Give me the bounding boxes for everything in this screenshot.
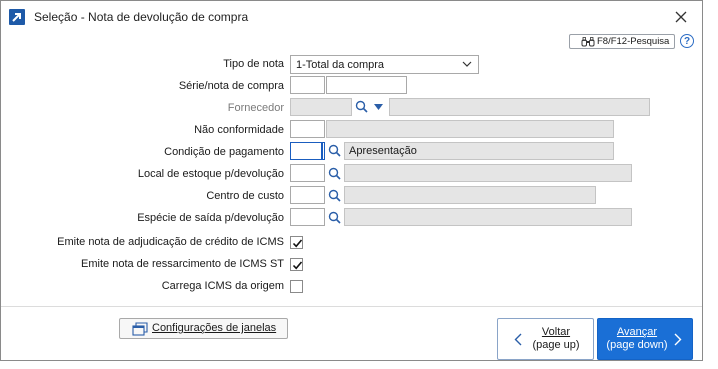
back-button[interactable]: Voltar (page up): [497, 318, 594, 360]
especie-saida-desc-field: [344, 208, 632, 226]
local-estoque-desc-field: [344, 164, 632, 182]
config-windows-label: Configurações de janelas: [152, 322, 277, 334]
back-label: Voltar: [541, 326, 571, 338]
serie-input[interactable]: [290, 76, 325, 94]
especie-saida-code-input[interactable]: [290, 208, 325, 226]
carrega-icms-checkbox[interactable]: [290, 280, 303, 293]
dialog-window: Seleção - Nota de devolução de compra F8…: [0, 0, 703, 361]
windows-icon: [132, 322, 148, 336]
especie-saida-label: Espécie de saída p/devolução: [137, 212, 284, 224]
tipo-nota-select[interactable]: 1-Total da compra: [290, 55, 479, 74]
app-arrow-icon: [9, 9, 25, 25]
back-shortcut: (page up): [532, 339, 580, 351]
condicao-pagamento-label: Condição de pagamento: [164, 146, 284, 158]
local-estoque-label: Local de estoque p/devolução: [137, 168, 284, 180]
chevron-down-icon: [462, 61, 472, 67]
nao-conformidade-label: Não conformidade: [194, 124, 284, 136]
search-icon[interactable]: [328, 144, 341, 157]
nao-conformidade-desc-field: [326, 120, 614, 138]
centro-custo-label: Centro de custo: [206, 190, 284, 202]
search-button-label: F8/F12-Pesquisa: [597, 36, 670, 47]
serie-nota-label: Série/nota de compra: [178, 80, 284, 92]
emite-ressarcimento-label: Emite nota de ressarcimento de ICMS ST: [81, 258, 284, 270]
search-icon[interactable]: [328, 211, 341, 224]
check-icon: [292, 261, 303, 270]
emite-adjudicacao-checkbox[interactable]: [290, 236, 303, 249]
condicao-pagamento-desc-field: Apresentação: [344, 142, 614, 160]
nota-input[interactable]: [326, 76, 407, 94]
next-button-text: Avançar (page down): [602, 326, 672, 352]
fornecedor-label: Fornecedor: [227, 102, 284, 114]
search-icon[interactable]: [328, 189, 341, 202]
fornecedor-code-input[interactable]: [290, 98, 352, 116]
local-estoque-code-input[interactable]: [290, 164, 325, 182]
window-title: Seleção - Nota de devolução de compra: [34, 10, 249, 24]
condicao-pagamento-code-input[interactable]: [290, 142, 325, 160]
carrega-icms-label: Carrega ICMS da origem: [161, 280, 284, 292]
next-shortcut: (page down): [606, 339, 668, 351]
chevron-right-icon: [674, 333, 682, 346]
text-cursor: [321, 143, 323, 159]
help-icon[interactable]: ?: [680, 34, 694, 48]
centro-custo-desc-field: [344, 186, 596, 204]
search-icon[interactable]: [355, 100, 368, 113]
next-button[interactable]: Avançar (page down): [597, 318, 693, 360]
close-icon[interactable]: [673, 9, 689, 25]
centro-custo-code-input[interactable]: [290, 186, 325, 204]
title-bar: Seleção - Nota de devolução de compra: [1, 1, 702, 33]
back-button-text: Voltar (page up): [528, 326, 584, 352]
next-label: Avançar: [616, 326, 658, 338]
chevron-left-icon: [514, 333, 522, 346]
binoculars-icon: [581, 37, 595, 47]
emite-ressarcimento-checkbox[interactable]: [290, 258, 303, 271]
search-button[interactable]: F8/F12-Pesquisa: [569, 34, 675, 49]
fornecedor-name-field: [389, 98, 650, 116]
emite-adjudicacao-label: Emite nota de adjudicação de crédito de …: [57, 236, 284, 248]
check-icon: [292, 239, 303, 248]
tipo-nota-value: 1-Total da compra: [296, 59, 385, 71]
footer-divider: [1, 306, 702, 307]
nao-conformidade-code-input[interactable]: [290, 120, 325, 138]
dropdown-arrow-icon[interactable]: [374, 104, 383, 110]
search-icon[interactable]: [328, 167, 341, 180]
config-windows-button[interactable]: Configurações de janelas: [119, 318, 288, 339]
tipo-nota-label: Tipo de nota: [223, 58, 284, 70]
